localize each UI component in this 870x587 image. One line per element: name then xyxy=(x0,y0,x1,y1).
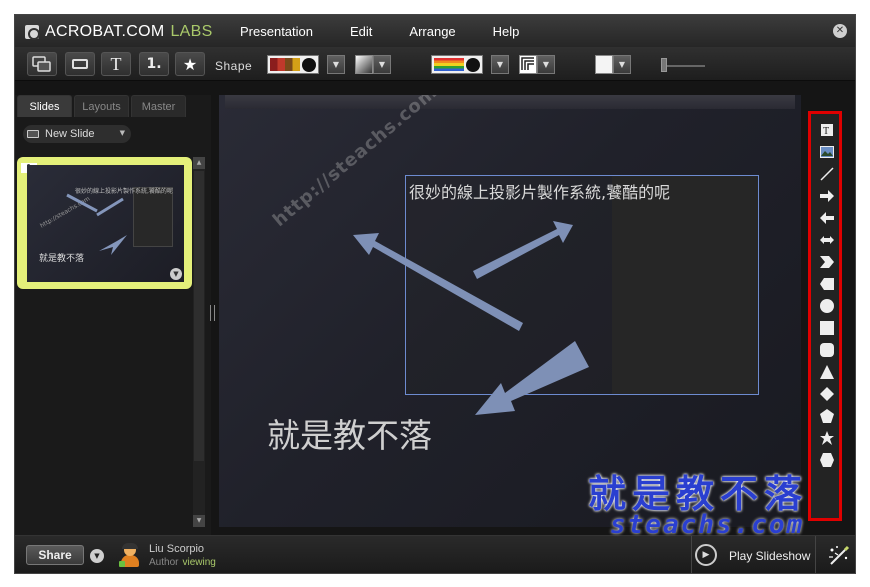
border-style-swatch[interactable] xyxy=(519,55,537,74)
stacked-slides-icon xyxy=(32,56,51,72)
gradient-swatch[interactable] xyxy=(355,55,373,74)
line-dot-icon xyxy=(466,57,480,72)
circle-icon[interactable] xyxy=(819,298,835,314)
fill-color-swatch[interactable] xyxy=(267,55,319,74)
slides-panel: Slides Layouts Master New Slide ▼ 1 很妙的線… xyxy=(15,95,211,535)
panel-tabs: Slides Layouts Master xyxy=(17,95,188,117)
border-style-dropdown[interactable]: ▼ xyxy=(537,55,555,74)
acrobat-logo: ACROBAT.COM LABS xyxy=(25,23,213,41)
triangle-icon[interactable] xyxy=(819,364,835,380)
slide-subtitle[interactable]: 就是教不落 xyxy=(267,409,432,457)
shadow-swatch[interactable] xyxy=(595,55,613,74)
scroll-up-icon[interactable]: ▲ xyxy=(193,157,205,169)
line-palette-icon xyxy=(434,58,464,71)
arrow-right-icon[interactable] xyxy=(819,188,835,204)
menu-edit[interactable]: Edit xyxy=(350,24,372,39)
text-icon: T xyxy=(110,53,122,74)
panel-splitter-handle[interactable] xyxy=(210,305,215,321)
user-role-label: Author xyxy=(149,557,179,568)
tab-master[interactable]: Master xyxy=(131,95,186,117)
brand-suffix: LABS xyxy=(170,23,213,40)
new-slide-icon xyxy=(27,130,39,138)
thumb-subtitle: 就是教不落 xyxy=(39,254,85,264)
close-icon[interactable]: ✕ xyxy=(833,24,847,38)
thumb-menu-icon[interactable]: ▼ xyxy=(170,268,182,280)
toolbar: T 1. ★ Shape ▼ ▼ ▼ ▼ ▼ xyxy=(15,47,855,81)
slide-thumbnail-selected[interactable]: 1 很妙的線上投影片製作系統,饕酷的呢 http://steachs.com 就… xyxy=(17,157,192,289)
slides-scrollbar[interactable]: ▲ ▼ xyxy=(193,157,205,527)
main-menu: Presentation Edit Arrange Help xyxy=(240,24,556,39)
fill-dropdown[interactable]: ▼ xyxy=(327,55,345,74)
arrow-left-icon[interactable] xyxy=(819,210,835,226)
pentagon-icon[interactable] xyxy=(819,408,835,424)
user-role: Author viewing xyxy=(149,557,216,568)
text-tool-icon[interactable]: T xyxy=(819,122,835,138)
avatar-hat xyxy=(122,543,138,549)
shape-label: Shape xyxy=(215,59,253,73)
slide-icon xyxy=(72,59,88,69)
rounded-square-icon[interactable] xyxy=(819,342,835,358)
arrow-down-left[interactable] xyxy=(475,341,589,415)
avatar xyxy=(119,543,141,568)
numbering-icon: 1. xyxy=(146,56,162,72)
arrow-up-left[interactable] xyxy=(353,233,523,331)
site-watermark-url: steachs.com xyxy=(610,510,805,540)
favorite-button[interactable]: ★ xyxy=(175,52,205,76)
line-tool-icon[interactable] xyxy=(819,166,835,182)
star-icon: ★ xyxy=(182,54,198,74)
diamond-icon[interactable] xyxy=(819,386,835,402)
menu-presentation[interactable]: Presentation xyxy=(240,24,313,39)
opacity-slider-handle[interactable] xyxy=(661,58,667,72)
border-style-icon xyxy=(521,57,534,70)
double-arrow-icon[interactable] xyxy=(819,232,835,248)
line-dropdown[interactable]: ▼ xyxy=(491,55,509,74)
chevron-icon[interactable] xyxy=(819,254,835,270)
numbering-button[interactable]: 1. xyxy=(139,52,169,76)
user-status: viewing xyxy=(182,557,216,568)
new-slide-label: New Slide xyxy=(45,128,95,140)
scroll-down-icon[interactable]: ▼ xyxy=(193,515,205,527)
brand-name: ACROBAT.COM xyxy=(45,23,165,40)
slide-thumbnail[interactable]: 很妙的線上投影片製作系統,饕酷的呢 http://steachs.com 就是教… xyxy=(27,165,184,282)
gradient-dropdown[interactable]: ▼ xyxy=(373,55,391,74)
square-icon[interactable] xyxy=(819,320,835,336)
magic-wand-icon[interactable] xyxy=(827,544,851,568)
scroll-thumb[interactable] xyxy=(194,171,204,461)
thumb-arrows xyxy=(66,193,127,255)
text-button[interactable]: T xyxy=(101,52,131,76)
play-icon[interactable]: ▶ xyxy=(695,544,717,566)
play-slideshow-button[interactable]: Play Slideshow xyxy=(729,549,810,563)
status-bar: Share ▼ Liu Scorpio Author viewing ▶ Play… xyxy=(15,535,855,573)
arrow-up-right[interactable] xyxy=(473,221,573,279)
status-divider xyxy=(691,536,692,573)
fill-dot-icon xyxy=(302,57,316,72)
opacity-slider-track[interactable] xyxy=(665,65,705,67)
fill-palette-icon xyxy=(270,58,300,71)
tab-slides[interactable]: Slides xyxy=(17,95,72,117)
shadow-dropdown[interactable]: ▼ xyxy=(613,55,631,74)
svg-text:T: T xyxy=(823,126,829,137)
slide-button[interactable] xyxy=(65,52,95,76)
star-icon[interactable] xyxy=(819,430,835,446)
menu-help[interactable]: Help xyxy=(493,24,520,39)
share-dropdown-icon[interactable]: ▼ xyxy=(90,549,104,563)
online-status-icon xyxy=(119,561,125,567)
acrobat-icon xyxy=(25,25,40,40)
slides-view-button[interactable] xyxy=(27,52,57,76)
user-name: Liu Scorpio xyxy=(149,543,205,555)
chevron-down-icon[interactable]: ▼ xyxy=(120,129,125,137)
new-slide-button[interactable]: New Slide ▼ xyxy=(23,125,131,143)
shape-tools-palette: T xyxy=(808,111,842,521)
menu-bar: ACROBAT.COM LABS Presentation Edit Arran… xyxy=(15,15,855,47)
tab-layouts[interactable]: Layouts xyxy=(74,95,129,117)
status-divider-2 xyxy=(815,536,816,573)
hexagon-icon[interactable] xyxy=(819,452,835,468)
menu-arrange[interactable]: Arrange xyxy=(409,24,455,39)
share-button[interactable]: Share xyxy=(26,545,84,565)
image-tool-icon[interactable] xyxy=(819,144,835,160)
notched-chevron-icon[interactable] xyxy=(819,276,835,292)
shape-tools-list: T xyxy=(819,122,835,474)
line-color-swatch[interactable] xyxy=(431,55,483,74)
